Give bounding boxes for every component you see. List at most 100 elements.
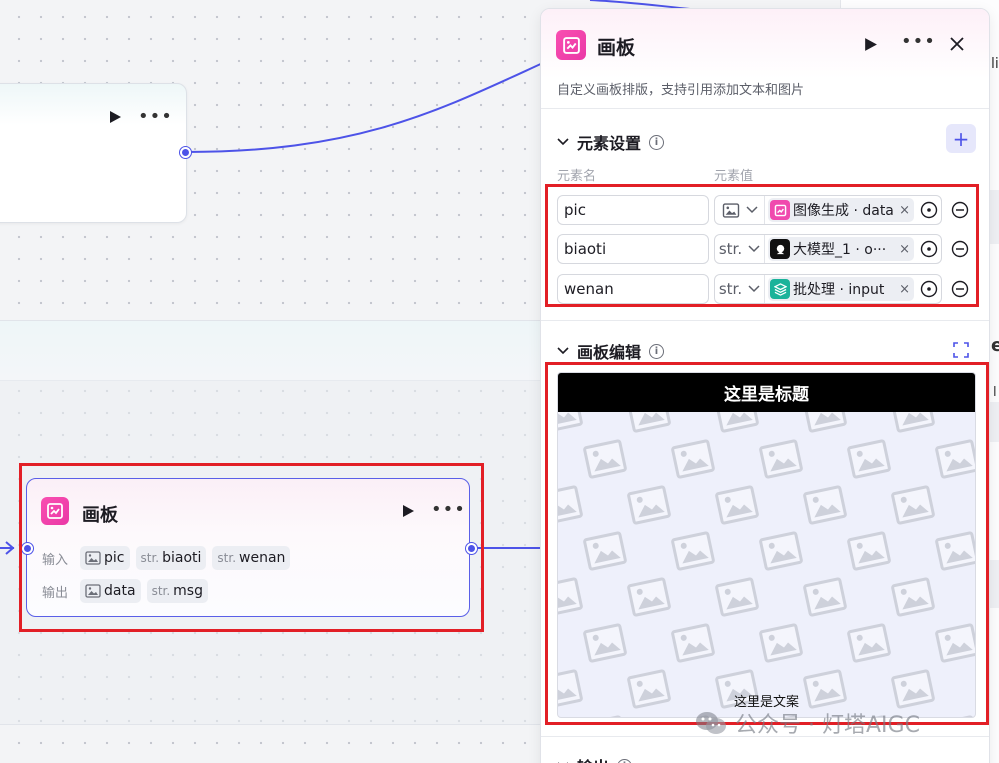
type-select[interactable]: str. [715,235,765,263]
chevron-down-icon [745,206,758,214]
element-row: biaoti str. 大模型_1 · o··· × [557,234,977,264]
watermark: 公众号 · 灯塔AIGC [695,707,920,739]
image-placeholder-icon [803,577,847,617]
canvas-node-output-port[interactable] [466,543,477,554]
more-options-icon[interactable]: ••• [431,499,466,520]
elements-section-header[interactable]: 元素设置 i [557,130,665,154]
type-select[interactable]: str. [715,275,765,303]
panel-header: 画板 ••• 自定义画板排版，支持引用添加文本和图片 [541,9,989,109]
panel-description: 自定义画板排版，支持引用添加文本和图片 [557,83,805,98]
input-tag-wenan: str. wenan [212,546,291,570]
canvas-node-title: 画板 [82,505,118,526]
input-tag-biaoti: str. biaoti [135,546,207,570]
section-divider [541,320,989,321]
image-gen-node-icon [770,200,790,220]
output-section-header[interactable]: 输出 i [557,754,633,763]
more-options-icon[interactable]: ••• [901,31,936,52]
elements-section-title: 元素设置 [577,134,642,153]
select-variable-icon[interactable] [920,201,938,219]
image-placeholder-icon [627,485,671,525]
info-icon[interactable]: i [649,343,665,359]
canvas-board-preview[interactable]: 这里是标题 这里是文案 [557,372,976,718]
image-placeholder-icon [935,623,975,663]
close-icon[interactable] [949,36,965,52]
image-placeholder-icon [803,485,847,525]
image-placeholder-icon [935,715,975,717]
remove-reference-icon[interactable]: × [899,203,910,218]
board-title-text[interactable]: 这里是标题 [558,373,975,412]
reference-tag[interactable]: 图像生成 · data × [768,198,914,222]
canvas-node[interactable]: 画板 ••• 输入 pic str. biaoti str. wenan 输出 … [26,478,470,617]
element-value-field[interactable]: str. 批处理 · input × [714,274,942,304]
reference-tag[interactable]: 批处理 · input × [768,277,914,301]
edge-top-node-to-panel [185,61,546,153]
element-value-field[interactable]: str. 大模型_1 · o··· × [714,234,942,264]
board-section-header[interactable]: 画板编辑 i [557,339,665,363]
workflow-node-top[interactable]: ••• [0,83,187,223]
more-options-icon[interactable]: ••• [138,106,173,127]
image-placeholder-icon [671,623,715,663]
remove-row-icon[interactable] [951,280,969,298]
image-placeholder-icon [935,439,975,479]
image-placeholder-icon [583,623,627,663]
image-placeholder-icon [671,531,715,571]
run-node-icon[interactable] [401,504,415,518]
type-select[interactable] [715,196,765,224]
canvas-node-input-port[interactable] [22,543,33,554]
image-placeholder-icon [627,577,671,617]
info-icon[interactable]: i [617,758,633,763]
element-name-input[interactable]: biaoti [557,234,709,264]
outputs-label: 输出 [42,585,69,601]
element-name-input[interactable]: pic [557,195,709,225]
image-type-icon [85,584,101,598]
image-placeholder-icon [671,439,715,479]
reference-tag[interactable]: 大模型_1 · o··· × [768,237,914,261]
element-name-input[interactable]: wenan [557,274,709,304]
panel-title: 画板 [597,37,636,59]
input-tag-pic: pic [80,546,130,570]
chevron-down-icon [557,347,569,355]
select-variable-icon[interactable] [920,240,938,258]
image-type-icon [85,551,101,565]
image-placeholder-icon [759,623,803,663]
output-tag-data: data [80,579,141,603]
batch-node-icon [770,279,790,299]
remove-reference-icon[interactable]: × [899,242,910,257]
image-placeholder-icon [583,439,627,479]
node-settings-panel: 画板 ••• 自定义画板排版，支持引用添加文本和图片 元素设置 i + 元素名 … [540,8,990,763]
element-row: wenan str. 批处理 · input × [557,274,977,304]
column-label-name: 元素名 [557,169,597,184]
image-placeholder-icon [583,531,627,571]
element-row: pic 图像生成 · data × [557,195,977,225]
board-section-title: 画板编辑 [577,343,642,362]
panel-logo-icon [556,30,586,60]
image-type-icon [722,202,739,218]
image-placeholder-icon [583,715,627,717]
image-placeholder-icon [759,439,803,479]
run-panel-icon[interactable] [863,37,878,52]
image-placeholder-icon [891,485,935,525]
image-placeholder-icon [558,577,583,617]
fullscreen-icon[interactable] [953,342,969,358]
node-output-port[interactable] [180,147,191,158]
element-value-field[interactable]: 图像生成 · data × [714,195,942,225]
image-placeholder-icon [847,531,891,571]
remove-row-icon[interactable] [951,240,969,258]
image-placeholder-icon [558,485,583,525]
select-variable-icon[interactable] [920,280,938,298]
chevron-down-icon [557,138,569,146]
llm-node-icon [770,239,790,259]
image-placeholder-icon [935,531,975,571]
chevron-down-icon [748,245,760,253]
node-inputs-row: 输入 pic str. biaoti str. wenan [42,546,291,570]
output-section-title: 输出 [577,754,609,763]
run-node-icon[interactable] [108,110,122,124]
add-element-button[interactable]: + [946,124,976,153]
output-tag-msg: str. msg [146,579,208,603]
info-icon[interactable]: i [649,134,665,150]
node-outputs-row: 输出 data str. msg [42,579,208,603]
chevron-down-icon [748,285,760,293]
image-placeholder-icon [847,439,891,479]
remove-row-icon[interactable] [951,201,969,219]
remove-reference-icon[interactable]: × [899,282,910,297]
